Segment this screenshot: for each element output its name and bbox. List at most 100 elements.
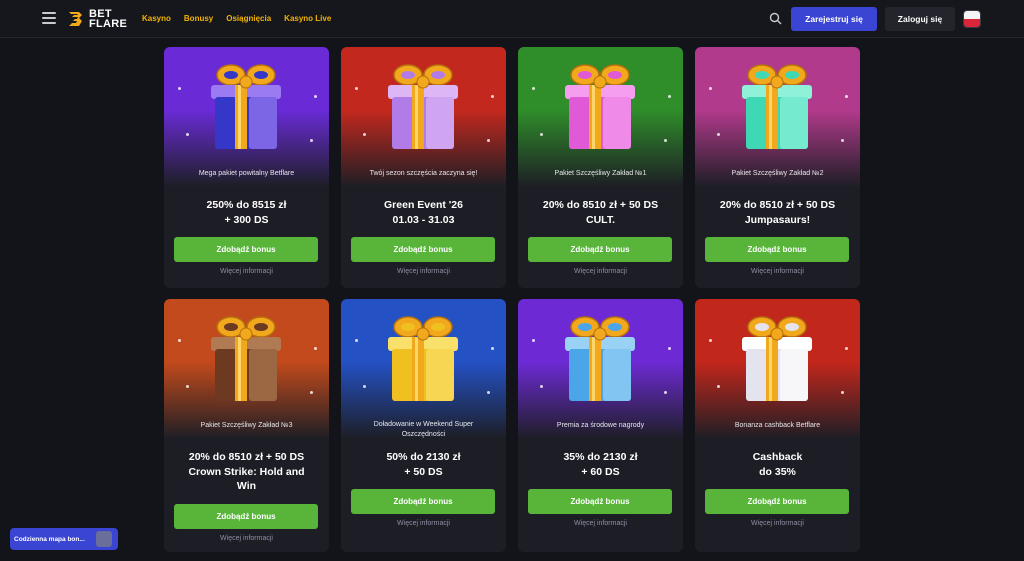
card-title-line: Win [236, 480, 257, 492]
sparkle-icon [540, 133, 543, 136]
nav-kasyno-live[interactable]: Kasyno Live [284, 14, 331, 23]
sparkle-icon [310, 139, 313, 142]
sparkle-icon [355, 87, 358, 90]
card-title: 20% do 8510 zł + 50 DS Jumpasaurs! [703, 198, 852, 227]
card-subtitle: Doładowanie w Weekend Super Oszczędności [349, 420, 498, 440]
more-info-link[interactable]: Więcej informacji [164, 268, 329, 275]
card-subtitle: Bonanza cashback Betflare [703, 421, 852, 431]
card-subtitle: Mega pakiet powitalny Betflare [172, 169, 321, 179]
menu-icon[interactable] [42, 12, 56, 24]
card-subtitle-line: Bonanza cashback Betflare [734, 422, 821, 429]
card-title: 20% do 8510 zł + 50 DS Crown Strike: Hold… [172, 450, 321, 494]
card-title-line: do 35% [759, 465, 796, 478]
search-icon[interactable] [769, 12, 782, 25]
card-subtitle-line: Oszczędności [401, 431, 446, 438]
claim-bonus-button[interactable]: Zdobądź bonus [174, 504, 318, 529]
more-info-link[interactable]: Więcej informacji [695, 268, 860, 275]
more-info-link[interactable]: Więcej informacji [341, 520, 506, 527]
sparkle-icon [363, 385, 366, 388]
sparkle-icon [841, 391, 844, 394]
bonus-card: Bonanza cashback Betflare Cashback do 35% Z… [695, 299, 860, 552]
card-title-line: Green Event '26 [384, 199, 463, 211]
claim-bonus-button[interactable]: Zdobądź bonus [705, 237, 849, 262]
bonus-card: Pakiet Szczęśliwy Zakład №1 20% do 8510 z… [518, 47, 683, 288]
login-button[interactable]: Zaloguj się [885, 7, 955, 31]
sparkle-icon [532, 339, 535, 342]
more-info-link[interactable]: Więcej informacji [164, 535, 329, 542]
nav-kasyno[interactable]: Kasyno [142, 14, 171, 23]
sparkle-icon [532, 87, 535, 90]
sparkle-icon [845, 95, 848, 98]
sparkle-icon [668, 347, 671, 350]
more-info-link[interactable]: Więcej informacji [341, 268, 506, 275]
card-title-line: 50% do 2130 zł [386, 451, 461, 463]
card-title: 35% do 2130 zł + 60 DS [526, 450, 675, 479]
bonus-card: Twój sezon szczęścia zaczyna się! Green E… [341, 47, 506, 288]
sparkle-icon [540, 385, 543, 388]
card-title: Cashback do 35% [703, 450, 852, 479]
claim-bonus-button[interactable]: Zdobądź bonus [528, 489, 672, 514]
bonus-card: Mega pakiet powitalny Betflare 250% do 85… [164, 47, 329, 288]
logo-line-2: FLARE [89, 18, 128, 30]
gift-box-icon [565, 64, 635, 149]
card-subtitle-line: Pakiet Szczęśliwy Zakład №3 [200, 422, 293, 429]
sparkle-icon [310, 391, 313, 394]
card-title-line: + 300 DS [224, 213, 269, 226]
register-button[interactable]: Zarejestruj się [791, 7, 877, 31]
language-flag-icon[interactable] [963, 10, 981, 28]
nav-bonusy[interactable]: Bonusy [184, 14, 213, 23]
card-subtitle: Twój sezon szczęścia zaczyna się! [349, 169, 498, 179]
card-title: 50% do 2130 zł + 50 DS [349, 450, 498, 479]
sparkle-icon [664, 139, 667, 142]
sparkle-icon [178, 339, 181, 342]
card-title-line: 20% do 8510 zł + 50 DS [542, 199, 659, 211]
card-title-line: 35% do 2130 zł [563, 451, 638, 463]
sparkle-icon [845, 347, 848, 350]
sparkle-icon [717, 385, 720, 388]
gift-box-icon [388, 316, 458, 401]
card-subtitle: Pakiet Szczęśliwy Zakład №3 [172, 421, 321, 431]
sparkle-icon [487, 391, 490, 394]
card-title-line: 20% do 8510 zł + 50 DS [719, 199, 836, 211]
card-subtitle-line: Twój sezon szczęścia zaczyna się! [369, 170, 478, 177]
claim-bonus-button[interactable]: Zdobądź bonus [174, 237, 318, 262]
sparkle-icon [709, 87, 712, 90]
card-title-line: Jumpasaurs! [744, 213, 811, 226]
daily-bonus-map-widget[interactable]: Codzienna mapa bon... [10, 528, 118, 550]
nav-osiagniecia[interactable]: Osiągnięcia [226, 14, 271, 23]
card-title-line: Cashback [752, 451, 803, 463]
top-header: BET FLARE Kasyno Bonusy Osiągnięcia Kasy… [0, 0, 1024, 38]
card-subtitle-line: Pakiet Szczęśliwy Zakład №2 [731, 170, 824, 177]
sparkle-icon [314, 95, 317, 98]
sparkle-icon [314, 347, 317, 350]
main-nav: Kasyno Bonusy Osiągnięcia Kasyno Live [142, 14, 344, 23]
card-title: 250% do 8515 zł + 300 DS [172, 198, 321, 227]
sparkle-icon [664, 391, 667, 394]
claim-bonus-button[interactable]: Zdobądź bonus [351, 489, 495, 514]
logo-flame-icon [69, 12, 82, 26]
sparkle-icon [491, 347, 494, 350]
card-subtitle-line: Doładowanie w Weekend Super [373, 421, 474, 428]
sparkle-icon [355, 339, 358, 342]
gift-box-icon [388, 64, 458, 149]
sparkle-icon [668, 95, 671, 98]
claim-bonus-button[interactable]: Zdobądź bonus [705, 489, 849, 514]
more-info-link[interactable]: Więcej informacji [695, 520, 860, 527]
more-info-link[interactable]: Więcej informacji [518, 268, 683, 275]
claim-bonus-button[interactable]: Zdobądź bonus [528, 237, 672, 262]
sparkle-icon [178, 87, 181, 90]
bonus-card: Premia za środowe nagrody 35% do 2130 zł +… [518, 299, 683, 552]
logo-text: BET FLARE [89, 9, 128, 30]
betflare-logo[interactable]: BET FLARE [66, 7, 127, 31]
card-title-line: Crown Strike: Hold and [188, 465, 305, 478]
bonus-card: Pakiet Szczęśliwy Zakład №2 20% do 8510 z… [695, 47, 860, 288]
bonus-card: Pakiet Szczęśliwy Zakład №3 20% do 8510 z… [164, 299, 329, 552]
card-subtitle-line: Mega pakiet powitalny Betflare [198, 170, 295, 177]
more-info-link[interactable]: Więcej informacji [518, 520, 683, 527]
gift-box-icon [211, 64, 281, 149]
sparkle-icon [363, 133, 366, 136]
sparkle-icon [709, 339, 712, 342]
claim-bonus-button[interactable]: Zdobądź bonus [351, 237, 495, 262]
card-subtitle: Pakiet Szczęśliwy Zakład №1 [526, 169, 675, 179]
card-subtitle-line: Pakiet Szczęśliwy Zakład №1 [554, 170, 647, 177]
